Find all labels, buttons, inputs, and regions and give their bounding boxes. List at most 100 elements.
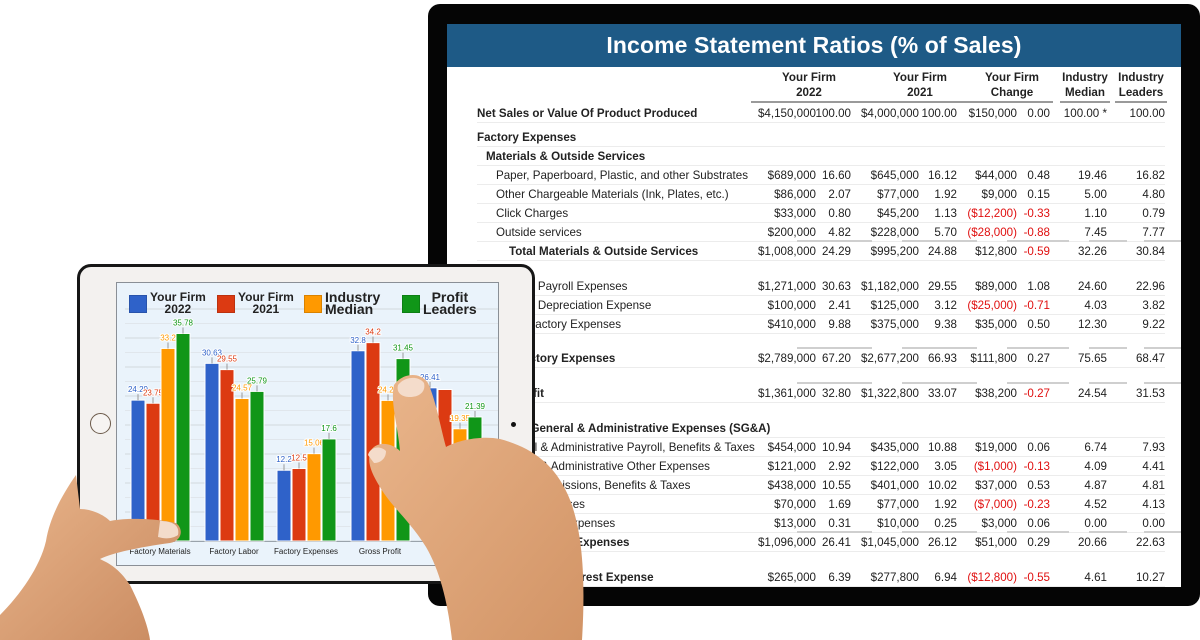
header-underline <box>971 101 1053 103</box>
data-label: 29.55 <box>217 355 238 364</box>
table-row: Net Sales or Value Of Product Produced $4… <box>477 104 1165 123</box>
data-label: 25.79 <box>247 376 268 385</box>
cell-ach: ($1,000) <box>973 460 1017 473</box>
bar-your-firm-2022-factory-expenses[interactable] <box>276 469 292 542</box>
cell-ach: $150,000 <box>968 107 1017 120</box>
cell-med: 4.09 <box>1084 460 1107 473</box>
report-title: Income Statement Ratios (% of Sales) <box>447 24 1181 67</box>
data-label: 34.2 <box>365 328 381 337</box>
cell-p21: 26.12 <box>927 536 957 549</box>
header-line1: Your Firm <box>893 71 947 84</box>
bar-industry-median-factory-labor[interactable] <box>234 397 250 542</box>
cell-a22: $1,361,000 <box>757 387 816 400</box>
cell-p21: 1.92 <box>934 498 957 511</box>
total-separator <box>1089 382 1127 384</box>
cell-pch: -0.59 <box>1023 245 1050 258</box>
cell-med: 20.66 <box>1077 536 1107 549</box>
cell-pch: 1.08 <box>1027 280 1050 293</box>
total-separator <box>1144 240 1181 242</box>
total-separator <box>1007 531 1069 533</box>
cell-p21: 1.92 <box>934 188 957 201</box>
cell-ach: $111,800 <box>970 352 1017 365</box>
cell-pch: -0.55 <box>1023 571 1050 584</box>
column-header-firm-change: Your Firm Change <box>971 67 1053 103</box>
cell-p21: 33.07 <box>927 387 957 400</box>
total-separator <box>1007 382 1069 384</box>
legend-line2: 2022 <box>164 302 192 316</box>
cell-lead: 4.81 <box>1142 479 1165 492</box>
cell-med: 32.26 <box>1077 245 1107 258</box>
row-label: Outside services <box>496 226 582 239</box>
cell-ach: $89,000 <box>975 280 1017 293</box>
bar-profit-leaders-factory-labor[interactable] <box>249 390 265 542</box>
legend-swatch <box>304 295 322 313</box>
cell-lead: 100.00 <box>1129 107 1165 120</box>
cell-lead: 4.80 <box>1142 188 1165 201</box>
cell-p21: 10.88 <box>927 441 957 454</box>
legend-label: Industry Median <box>325 290 380 316</box>
cell-a21: $435,000 <box>870 441 919 454</box>
cell-lead: 68.47 <box>1135 352 1165 365</box>
cell-p21: 3.05 <box>934 460 957 473</box>
total-separator <box>797 531 872 533</box>
cell-p21: 24.88 <box>927 245 957 258</box>
cell-a21: $645,000 <box>870 169 919 182</box>
cell-lead: 16.82 <box>1135 169 1165 182</box>
cell-p21: 3.12 <box>934 299 957 312</box>
home-button[interactable] <box>90 413 111 434</box>
cell-pch: 0.27 <box>1027 352 1050 365</box>
bar-your-firm-2021-factory-labor[interactable] <box>219 369 235 542</box>
cell-ach: $44,000 <box>975 169 1017 182</box>
cell-a21: $995,200 <box>870 245 919 258</box>
header-underline <box>751 101 867 103</box>
cell-a22: $438,000 <box>767 479 816 492</box>
total-separator <box>902 240 977 242</box>
cell-lead: 0.79 <box>1142 207 1165 220</box>
cell-a22: $2,789,000 <box>757 352 816 365</box>
cell-pch: -0.13 <box>1023 460 1050 473</box>
right-hand-pointing <box>368 374 584 640</box>
legend-label: Profit Leaders <box>423 290 477 316</box>
cell-pch: 0.00 <box>1027 107 1050 120</box>
cell-ach: ($12,200) <box>967 207 1017 220</box>
cell-lead: 31.53 <box>1135 387 1165 400</box>
cell-ach: $51,000 <box>975 536 1017 549</box>
total-separator <box>1144 531 1181 533</box>
cell-pch: 0.29 <box>1027 536 1050 549</box>
cell-ach: $19,000 <box>975 441 1017 454</box>
column-header-firm-2021: Your Firm 2021 <box>862 67 978 103</box>
data-label: 17.6 <box>321 424 337 433</box>
cell-p21: 100.00 <box>921 107 957 120</box>
header-line2: Leaders <box>1118 86 1164 99</box>
cell-pch: 0.50 <box>1027 318 1050 331</box>
cell-pch: 0.06 <box>1027 441 1050 454</box>
cell-lead: 22.96 <box>1135 280 1165 293</box>
header-underline <box>1060 101 1110 103</box>
data-label: 12.5 <box>291 454 307 463</box>
cell-med: 4.87 <box>1084 479 1107 492</box>
cell-pch: -0.33 <box>1023 207 1050 220</box>
bar-industry-median-factory-expenses[interactable] <box>306 453 322 542</box>
table-row: Click Charges $33,000 0.80 $45,200 1.13 ($12,… <box>477 204 1165 223</box>
cell-a22: $4,150,000 <box>757 107 816 120</box>
cell-p21: 10.02 <box>927 479 957 492</box>
header-line2: 2022 <box>796 86 822 99</box>
cell-p21: 9.38 <box>934 318 957 331</box>
header-line1: Industry <box>1062 71 1108 84</box>
header-underline <box>862 101 978 103</box>
cell-p22: 67.20 <box>821 352 851 365</box>
total-separator <box>1089 347 1127 349</box>
bar-profit-leaders-factory-expenses[interactable] <box>321 438 337 542</box>
cell-a21: $277,800 <box>870 571 919 584</box>
cell-med: 100.00 * <box>1063 107 1107 120</box>
cell-lead: 4.41 <box>1142 460 1165 473</box>
table-row: Total Materials & Outside Services $1,008… <box>477 242 1165 261</box>
bar-your-firm-2021-factory-expenses[interactable] <box>291 468 307 542</box>
cell-med: 5.00 <box>1084 188 1107 201</box>
data-label: 23.75 <box>143 388 164 397</box>
cell-a21: $45,200 <box>877 207 919 220</box>
bar-your-firm-2022-factory-labor[interactable] <box>204 362 220 542</box>
cell-a22: $689,000 <box>767 169 816 182</box>
cell-ach: $38,200 <box>975 387 1017 400</box>
cell-a22: $86,000 <box>774 188 816 201</box>
